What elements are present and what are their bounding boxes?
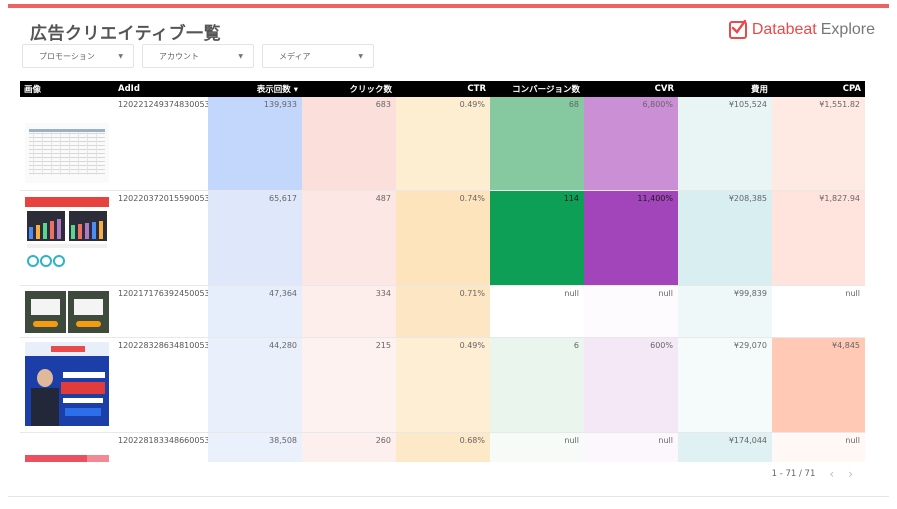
cpa-cell: null xyxy=(772,286,865,337)
cost-cell: ¥99,839 xyxy=(678,286,772,337)
cost-cell: ¥29,070 xyxy=(678,338,772,432)
cvr-cell: null xyxy=(584,433,678,462)
creative-thumbnail-cell xyxy=(20,97,114,190)
impressions-cell: 65,617 xyxy=(208,191,302,285)
adid-cell: 120228328634810053 xyxy=(118,341,210,350)
impressions-cell: 47,364 xyxy=(208,286,302,337)
cvr-cell: null xyxy=(584,286,678,337)
pagination-range: 1 - 71 / 71 xyxy=(771,469,816,479)
ctr-cell: 0.74% xyxy=(396,191,490,285)
media-filter-label: メディア xyxy=(279,51,311,61)
clicks-cell: 683 xyxy=(302,97,396,190)
ctr-cell: 0.71% xyxy=(396,286,490,337)
impressions-cell: 44,280 xyxy=(208,338,302,432)
cvr-cell: 11,400% xyxy=(584,191,678,285)
dashboard-frame: 広告クリエイティブ一覧 Databeat Explore プロモーション ▼ ア… xyxy=(8,4,889,497)
table-row[interactable]: 120220372015590053 65,617 487 0.74% 114 11,40… xyxy=(20,191,865,286)
databeat-logo: Databeat Explore xyxy=(728,19,875,39)
conversions-cell: null xyxy=(490,286,584,337)
column-header-ctr[interactable]: CTR xyxy=(396,84,490,94)
table-row[interactable]: 120217176392450053 47,364 334 0.71% null null… xyxy=(20,286,865,338)
media-filter-dropdown[interactable]: メディア ▼ xyxy=(262,44,374,68)
chevron-down-icon: ▼ xyxy=(358,52,363,60)
table-row[interactable]: 120228328634810053 44,280 215 0.49% 6 600% ¥29… xyxy=(20,338,865,433)
table-header: 画像 AdId 表示回数 ▾ クリック数 CTR コンバージョン数 CVR 費用… xyxy=(20,81,865,97)
creative-thumbnail[interactable] xyxy=(25,342,109,426)
creative-thumbnail-cell xyxy=(20,433,114,462)
cpa-cell: ¥4,845 xyxy=(772,338,865,432)
table-row[interactable]: 120221249374830053 139,933 683 0.49% 68 6,800… xyxy=(20,97,865,191)
page-title: 広告クリエイティブ一覧 xyxy=(30,24,222,44)
column-header-conversions[interactable]: コンバージョン数 xyxy=(490,83,584,95)
clicks-cell: 215 xyxy=(302,338,396,432)
previous-page-icon[interactable]: ‹ xyxy=(829,467,834,481)
logo-suffix-text: Explore xyxy=(820,21,875,38)
cost-cell: ¥105,524 xyxy=(678,97,772,190)
promotion-filter-label: プロモーション xyxy=(39,51,95,61)
column-header-cpa[interactable]: CPA xyxy=(772,84,865,94)
promotion-filter-dropdown[interactable]: プロモーション ▼ xyxy=(22,44,134,68)
creative-thumbnail-cell xyxy=(20,338,114,432)
clicks-cell: 487 xyxy=(302,191,396,285)
conversions-cell: 6 xyxy=(490,338,584,432)
adid-cell: 120220372015590053 xyxy=(118,194,210,203)
chevron-down-icon: ▼ xyxy=(118,52,123,60)
creative-thumbnail[interactable] xyxy=(25,123,109,183)
clicks-cell: 260 xyxy=(302,433,396,462)
cpa-cell: ¥1,827.94 xyxy=(772,191,865,285)
conversions-cell: 114 xyxy=(490,191,584,285)
creative-thumbnail[interactable] xyxy=(25,455,109,462)
conversions-cell: null xyxy=(490,433,584,462)
clicks-cell: 334 xyxy=(302,286,396,337)
ctr-cell: 0.49% xyxy=(396,338,490,432)
creative-thumbnail-cell xyxy=(20,191,114,285)
adid-cell: 120221249374830053 xyxy=(118,100,210,109)
creative-thumbnail[interactable] xyxy=(25,197,109,269)
creative-thumbnail[interactable] xyxy=(25,291,109,333)
table-body: 120221249374830053 139,933 683 0.49% 68 6,800… xyxy=(20,97,865,462)
cpa-cell: null xyxy=(772,433,865,462)
ctr-cell: 0.49% xyxy=(396,97,490,190)
column-header-impressions[interactable]: 表示回数 ▾ xyxy=(208,83,302,95)
column-header-adid[interactable]: AdId xyxy=(114,84,208,94)
cvr-cell: 6,800% xyxy=(584,97,678,190)
creative-table: 画像 AdId 表示回数 ▾ クリック数 CTR コンバージョン数 CVR 費用… xyxy=(20,81,865,462)
column-header-clicks[interactable]: クリック数 xyxy=(302,83,396,95)
adid-cell: 120228183348660053 xyxy=(118,436,210,445)
checkmark-logo-icon xyxy=(728,19,747,39)
account-filter-label: アカウント xyxy=(159,51,199,61)
cost-cell: ¥174,044 xyxy=(678,433,772,462)
cpa-cell: ¥1,551.82 xyxy=(772,97,865,190)
filter-bar: プロモーション ▼ アカウント ▼ メディア ▼ xyxy=(22,44,374,68)
account-filter-dropdown[interactable]: アカウント ▼ xyxy=(142,44,254,68)
adid-cell: 120217176392450053 xyxy=(118,289,210,298)
column-header-cost[interactable]: 費用 xyxy=(678,83,772,95)
cvr-cell: 600% xyxy=(584,338,678,432)
impressions-cell: 38,508 xyxy=(208,433,302,462)
table-row[interactable]: 120228183348660053 38,508 260 0.68% null null… xyxy=(20,433,865,462)
chevron-down-icon: ▼ xyxy=(238,52,243,60)
impressions-cell: 139,933 xyxy=(208,97,302,190)
conversions-cell: 68 xyxy=(490,97,584,190)
column-header-image[interactable]: 画像 xyxy=(20,83,114,95)
cost-cell: ¥208,385 xyxy=(678,191,772,285)
next-page-icon[interactable]: › xyxy=(848,467,853,481)
column-header-cvr[interactable]: CVR xyxy=(584,84,678,94)
logo-brand-text: Databeat xyxy=(751,21,817,38)
pagination: 1 - 71 / 71 ‹ › xyxy=(772,467,853,481)
ctr-cell: 0.68% xyxy=(396,433,490,462)
creative-thumbnail-cell xyxy=(20,286,114,337)
